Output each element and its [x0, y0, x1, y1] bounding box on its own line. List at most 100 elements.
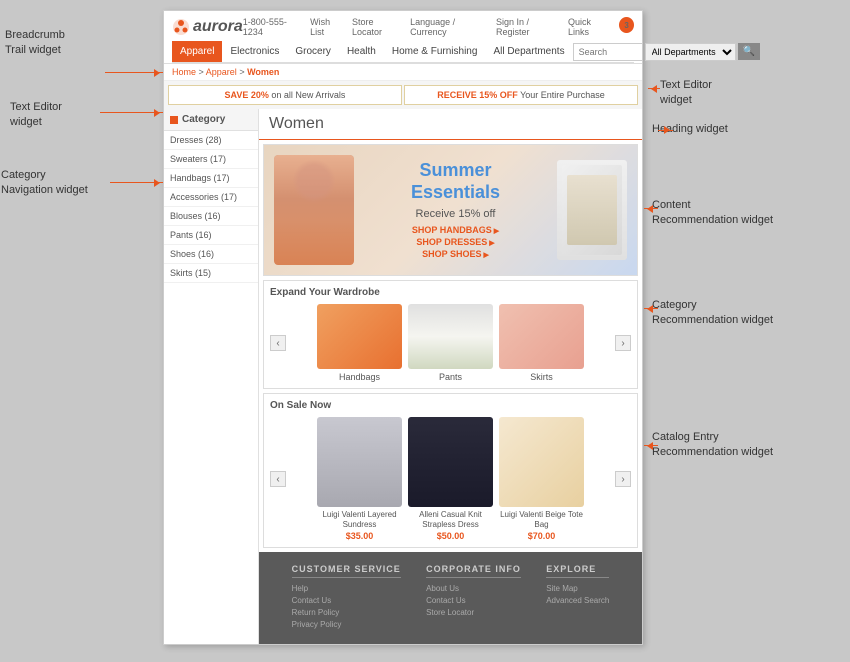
promo-bar-1: SAVE 20% on all New Arrivals	[168, 85, 402, 105]
bag-name: Luigi Valenti Beige Tote Bag	[499, 510, 584, 529]
footer-customer-service: Customer Service Help Contact Us Return …	[292, 564, 401, 632]
footer-corporate-heading: Corporate Info	[426, 564, 521, 578]
sale-next-arrow[interactable]: ›	[615, 471, 631, 487]
department-select[interactable]: All Departments	[645, 43, 736, 61]
category-nav-arrow	[110, 182, 163, 183]
quick-links[interactable]: Quick Links	[568, 17, 611, 37]
carousel-products: Handbags Pants Skirts	[290, 304, 611, 382]
footer-explore-heading: Explore	[546, 564, 609, 578]
footer-advanced-search-link[interactable]: Advanced Search	[546, 596, 609, 605]
dress2-name: Alleni Casual Knit Strapless Dress	[408, 510, 493, 529]
carousel-items: ‹ Handbags Pants	[270, 304, 631, 382]
hero-title: SummerEssentials	[364, 160, 547, 203]
dress2-image[interactable]	[408, 417, 493, 507]
nav-health[interactable]: Health	[339, 41, 384, 62]
site-logo[interactable]: aurora	[172, 18, 243, 36]
handbags-label: Handbags	[317, 372, 402, 382]
footer-contact-link[interactable]: Contact Us	[292, 596, 401, 605]
nav-apparel[interactable]: Apparel	[172, 41, 222, 62]
annotation-text-editor-left: Text Editor widget	[10, 100, 62, 131]
sidebar-title-text: Category	[182, 114, 225, 125]
catalog-entry-arrow	[644, 445, 658, 446]
breadcrumb-women[interactable]: Women	[247, 67, 279, 77]
footer-corporate-info: Corporate Info About Us Contact Us Store…	[426, 564, 521, 632]
shop-shoes-link[interactable]: SHOP SHOES	[364, 248, 547, 260]
shop-dresses-link[interactable]: SHOP DRESSES	[364, 236, 547, 248]
category-rec-arrow	[644, 308, 658, 309]
category-skirts[interactable]: Skirts (15)	[164, 264, 258, 283]
footer-about-link[interactable]: About Us	[426, 584, 521, 593]
category-blouses[interactable]: Blouses (16)	[164, 207, 258, 226]
site-header: aurora 1-800-555-1234 Wish List Store Lo…	[164, 11, 642, 64]
annotation-catalog-entry: Catalog EntryRecommendation widget	[652, 430, 773, 461]
search-input[interactable]	[573, 43, 643, 61]
carousel-product-pants: Pants	[408, 304, 493, 382]
promo-bar-2: RECEIVE 15% OFF Your Entire Purchase	[404, 85, 638, 105]
footer-explore: Explore Site Map Advanced Search	[546, 564, 609, 632]
promo-bars: SAVE 20% on all New Arrivals RECEIVE 15%…	[164, 81, 642, 109]
search-area: All Departments 🔍	[573, 43, 760, 61]
footer-sitemap-link[interactable]: Site Map	[546, 584, 609, 593]
category-handbags[interactable]: Handbags (17)	[164, 169, 258, 188]
annotation-content-rec: ContentRecommendation widget	[652, 198, 773, 229]
carousel-title: Expand Your Wardrobe	[270, 287, 631, 298]
sale-title: On Sale Now	[270, 400, 631, 411]
phone-number: 1-800-555-1234	[243, 17, 302, 37]
carousel-product-handbags: Handbags	[317, 304, 402, 382]
footer-return-link[interactable]: Return Policy	[292, 608, 401, 617]
footer-store-locator-link[interactable]: Store Locator	[426, 608, 521, 617]
nav-home-furnishing[interactable]: Home & Furnishing	[384, 41, 486, 62]
category-shoes[interactable]: Shoes (16)	[164, 245, 258, 264]
site-footer: Customer Service Help Contact Us Return …	[259, 552, 642, 644]
wish-list-link[interactable]: Wish List	[310, 17, 344, 37]
nav-electronics[interactable]: Electronics	[222, 41, 287, 62]
sale-prev-arrow[interactable]: ‹	[270, 471, 286, 487]
category-sweaters[interactable]: Sweaters (17)	[164, 150, 258, 169]
footer-contact2-link[interactable]: Contact Us	[426, 596, 521, 605]
category-dresses[interactable]: Dresses (28)	[164, 131, 258, 150]
store-locator-link[interactable]: Store Locator	[352, 17, 402, 37]
sale-product-2: Alleni Casual Knit Strapless Dress $50.0…	[408, 417, 493, 541]
bag-price: $70.00	[499, 531, 584, 541]
text-editor-left-arrow	[100, 112, 163, 113]
skirts-image[interactable]	[499, 304, 584, 369]
handbags-image[interactable]	[317, 304, 402, 369]
hero-banner: SummerEssentials Receive 15% off SHOP HA…	[263, 144, 638, 276]
content-rec-arrow	[644, 208, 658, 209]
category-icon	[170, 116, 178, 124]
annotation-breadcrumb: Breadcrumb Trail widget	[5, 28, 65, 59]
hero-model-image	[274, 155, 354, 265]
section-heading: Women	[259, 109, 642, 140]
carousel-section: Expand Your Wardrobe ‹ Handbags Pants	[263, 280, 638, 389]
footer-customer-service-heading: Customer Service	[292, 564, 401, 578]
footer-privacy-link[interactable]: Privacy Policy	[292, 620, 401, 629]
nav-grocery[interactable]: Grocery	[287, 41, 339, 62]
cart-icon[interactable]: 3	[619, 17, 634, 33]
annotation-category-rec: CategoryRecommendation widget	[652, 298, 773, 329]
signin-link[interactable]: Sign In / Register	[496, 17, 560, 37]
sale-products: Luigi Valenti Layered Sundress $35.00 Al…	[290, 417, 611, 541]
sidebar-title: Category	[164, 109, 258, 131]
sale-product-1: Luigi Valenti Layered Sundress $35.00	[317, 417, 402, 541]
annotation-text-editor-right: Text Editorwidget	[660, 78, 712, 109]
bag-image[interactable]	[499, 417, 584, 507]
dress1-price: $35.00	[317, 531, 402, 541]
carousel-next-arrow[interactable]: ›	[615, 335, 631, 351]
breadcrumb-apparel[interactable]: Apparel	[206, 67, 237, 77]
breadcrumb-home[interactable]: Home	[172, 67, 196, 77]
shop-handbags-link[interactable]: SHOP HANDBAGS	[364, 224, 547, 236]
category-pants[interactable]: Pants (16)	[164, 226, 258, 245]
breadcrumb-bar: Home > Apparel > Women	[164, 64, 642, 81]
language-currency-link[interactable]: Language / Currency	[410, 17, 488, 37]
nav-all-departments[interactable]: All Departments	[485, 41, 572, 62]
hero-links: SHOP HANDBAGS SHOP DRESSES SHOP SHOES	[364, 224, 547, 260]
heading-arrow	[658, 130, 673, 131]
dress1-image[interactable]	[317, 417, 402, 507]
search-button[interactable]: 🔍	[738, 43, 760, 60]
sale-section: On Sale Now ‹ Luigi Valenti Layered Sund…	[263, 393, 638, 548]
carousel-prev-arrow[interactable]: ‹	[270, 335, 286, 351]
pants-image[interactable]	[408, 304, 493, 369]
category-accessories[interactable]: Accessories (17)	[164, 188, 258, 207]
footer-help-link[interactable]: Help	[292, 584, 401, 593]
navigation-bar: Apparel Electronics Grocery Health Home …	[172, 41, 634, 63]
